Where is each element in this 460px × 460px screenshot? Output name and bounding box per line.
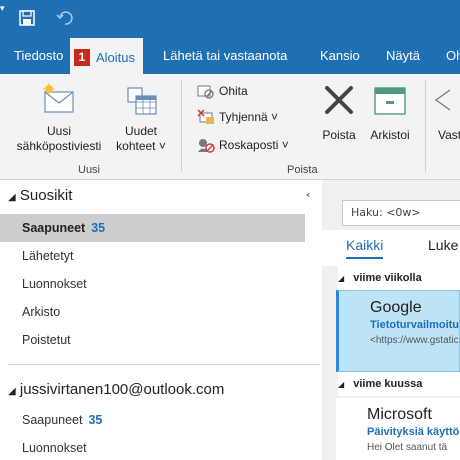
folder-label: Poistetut [22,333,71,347]
tab-send-receive[interactable]: Lähetä tai vastaanota [163,38,287,74]
new-email-button[interactable]: Uusi sähköpostiviesti [6,82,112,154]
tab-folder[interactable]: Kansio [320,38,360,74]
message-preview: <https://www.gstatic [370,335,459,346]
account-folder-inbox[interactable]: Saapuneet 35 [0,406,305,434]
expand-arrow-icon: ◢ [8,192,16,203]
folder-label: Lähetetyt [22,249,74,263]
filter-all[interactable]: Kaikki [346,237,384,259]
expand-arrow-icon: ◢ [338,380,345,389]
favorites-header[interactable]: ◢ Suosikit [8,187,72,204]
title-bar: ▾ [0,0,460,38]
ignore-icon [197,85,214,99]
unread-count: 35 [91,221,106,235]
clean-up-label: Tyhjennä ˅ [219,110,279,124]
new-email-icon [6,82,112,122]
new-email-label-1: Uusi [46,124,71,138]
group-label-new: Uusi [78,164,101,176]
unread-count: 35 [88,413,103,427]
delete-button[interactable]: Poista [316,82,362,143]
favorites-label: Suosikit [19,187,73,204]
junk-label: Roskaposti ˅ [219,138,289,152]
delete-label: Poista [322,128,356,142]
folder-label: Saapuneet [22,221,86,235]
message-subject: Tietoturvailmoitus [370,319,460,331]
ribbon-tabs: Tiedosto Aloitus Lähetä tai vastaanota K… [0,38,460,74]
folder-drafts[interactable]: Luonnokset [0,270,305,298]
new-items-label-2: kohteet ˅ [116,139,166,153]
message-list: Haku: <0w> Kaikki Luke ◢ viime viikolla … [322,180,460,460]
folder-archive[interactable]: Arkisto [0,298,305,326]
ribbon: Uusi sähköpostiviesti Uudet kohteet ˅ Uu… [0,74,460,180]
folder-sent[interactable]: Lähetetyt [0,242,305,270]
archive-button[interactable]: Arkistoi [362,82,418,143]
folder-label: Luonnokset [22,441,87,455]
archive-icon [362,82,418,124]
ribbon-separator [425,80,426,172]
group-header-label: viime viikolla [353,272,422,284]
junk-icon [198,139,215,153]
save-icon[interactable] [18,9,36,27]
message-sender: Microsoft [367,406,432,423]
reply-label: Vast [438,128,460,142]
ignore-label: Ohita [219,84,248,98]
folder-pane: ◢ Suosikit ‹ Saapuneet 35 Lähetetyt Luonn… [0,180,322,460]
message-sender: Google [370,299,422,316]
undo-icon[interactable] [56,9,74,27]
message-preview: Hei Olet saanut tä [367,442,448,453]
step-badge: 1 [74,49,90,66]
folder-inbox[interactable]: Saapuneet 35 [0,214,305,242]
reply-button[interactable]: Vast [430,82,460,143]
clean-up-icon [197,109,214,124]
customize-toolbar-icon[interactable]: ▾ [0,4,5,14]
expand-arrow-icon: ◢ [8,386,16,397]
tab-view[interactable]: Näytä [386,38,420,74]
folder-label: Saapuneet [22,413,83,427]
group-label-delete: Poista [287,164,318,176]
new-items-label-1: Uudet [124,124,158,138]
folder-deleted[interactable]: Poistetut [0,326,305,354]
group-header-label: viime kuussa [353,378,423,390]
account-header[interactable]: ◢ jussivirtanen100@outlook.com [8,381,224,398]
group-header[interactable]: ◢ viime viikolla [338,266,460,290]
archive-label: Arkistoi [370,128,410,142]
junk-button[interactable]: Roskaposti ˅ [197,136,289,154]
delete-icon [316,82,362,124]
new-items-button[interactable]: Uudet kohteet ˅ [108,82,174,154]
collapse-pane-icon[interactable]: ‹ [306,188,310,201]
folder-label: Luonnokset [22,277,87,291]
clean-up-button[interactable]: Tyhjennä ˅ [197,108,278,126]
account-email: jussivirtanen100@outlook.com [19,381,225,398]
new-email-label-2: sähköpostiviesti [16,139,102,153]
message-subject: Päivityksiä käyttö [367,426,460,438]
filter-bar: Kaikki Luke [322,230,460,266]
new-items-icon [108,82,174,122]
account-folder-drafts[interactable]: Luonnokset [0,434,305,460]
tab-file[interactable]: Tiedosto [14,38,63,74]
message-item[interactable]: Google Tietoturvailmoitus <https://www.g… [336,290,460,372]
message-item[interactable]: Microsoft Päivityksiä käyttö Hei Olet sa… [336,398,460,460]
expand-arrow-icon: ◢ [338,274,345,283]
divider [8,364,320,365]
reply-icon [430,82,460,124]
ignore-button[interactable]: Ohita [197,82,248,100]
folder-label: Arkisto [22,305,61,319]
group-header[interactable]: ◢ viime kuussa [338,372,460,396]
ribbon-separator [181,80,182,172]
search-input[interactable]: Haku: <0w> [342,200,460,226]
tab-program[interactable]: Ohjelma [446,38,460,74]
filter-unread[interactable]: Luke [428,237,458,253]
